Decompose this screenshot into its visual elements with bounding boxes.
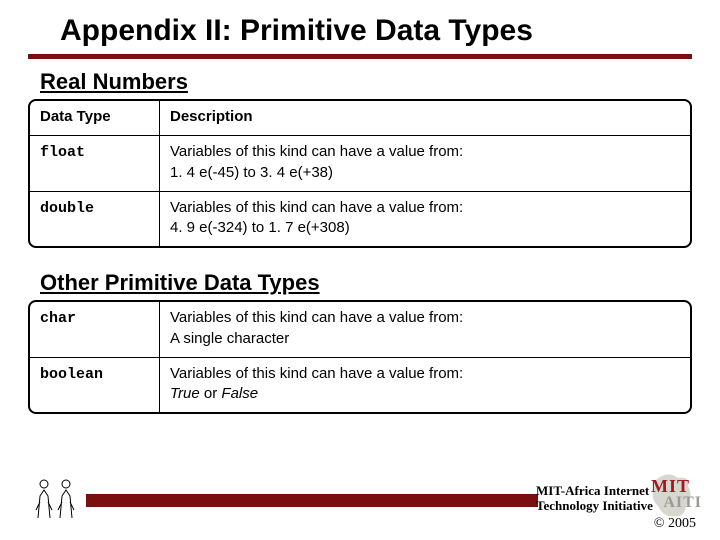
other-types-table: char Variables of this kind can have a v…: [28, 300, 692, 414]
aiti-label: AITI: [663, 494, 702, 512]
copyright: © 2005: [654, 516, 696, 532]
table-row: double Variables of this kind can have a…: [30, 192, 690, 247]
header-description: Description: [160, 101, 690, 136]
initiative-text: MIT-Africa Internet Technology Initiativ…: [536, 484, 656, 514]
desc-float: Variables of this kind can have a value …: [160, 136, 690, 192]
section-heading-other-types: Other Primitive Data Types: [0, 248, 720, 300]
footer: MIT AITI MIT-Africa Internet Technology …: [0, 472, 720, 540]
real-numbers-table: Data Type Description float Variables of…: [28, 99, 692, 248]
footer-students-icon: [30, 476, 82, 520]
desc-double: Variables of this kind can have a value …: [160, 192, 690, 247]
table-header-row: Data Type Description: [30, 101, 690, 136]
section-heading-real-numbers: Real Numbers: [0, 59, 720, 99]
desc-boolean: Variables of this kind can have a value …: [160, 358, 690, 413]
type-double: double: [40, 200, 94, 217]
desc-char: Variables of this kind can have a value …: [160, 302, 690, 358]
page-title: Appendix II: Primitive Data Types: [0, 0, 720, 54]
table-row: float Variables of this kind can have a …: [30, 136, 690, 192]
type-char: char: [40, 310, 76, 327]
header-data-type: Data Type: [30, 101, 160, 136]
table-row: char Variables of this kind can have a v…: [30, 302, 690, 358]
type-boolean: boolean: [40, 366, 103, 383]
type-float: float: [40, 144, 85, 161]
footer-bar: [86, 494, 538, 507]
table-row: boolean Variables of this kind can have …: [30, 358, 690, 413]
